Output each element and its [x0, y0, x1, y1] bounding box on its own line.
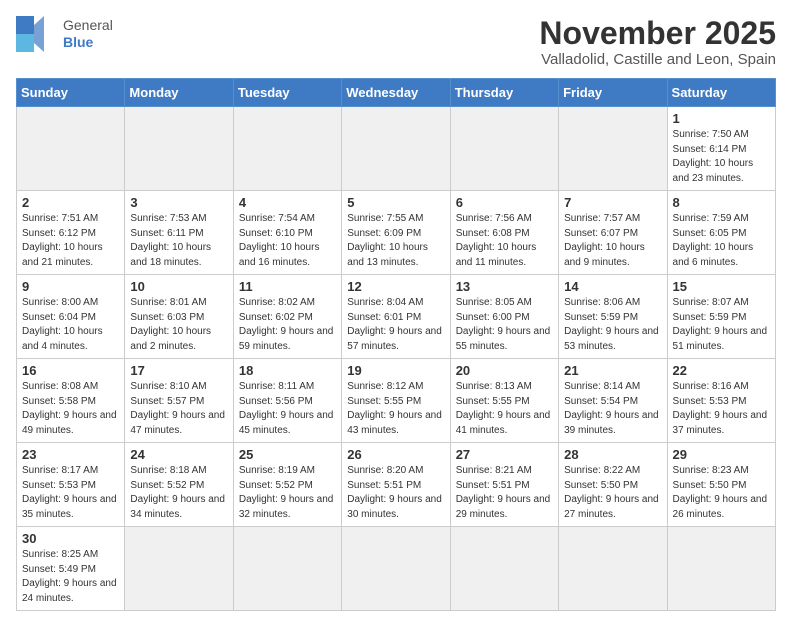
header-monday: Monday [125, 79, 233, 107]
empty-cell [233, 527, 341, 611]
location-subtitle: Valladolid, Castille and Leon, Spain [539, 51, 776, 68]
day-11: 11 Sunrise: 8:02 AMSunset: 6:02 PMDaylig… [233, 275, 341, 359]
day-2: 2 Sunrise: 7:51 AMSunset: 6:12 PMDayligh… [17, 191, 125, 275]
day-6: 6 Sunrise: 7:56 AMSunset: 6:08 PMDayligh… [450, 191, 558, 275]
calendar-week-5: 23 Sunrise: 8:17 AMSunset: 5:53 PMDaylig… [17, 443, 776, 527]
title-area: November 2025 Valladolid, Castille and L… [539, 16, 776, 68]
calendar-week-4: 16 Sunrise: 8:08 AMSunset: 5:58 PMDaylig… [17, 359, 776, 443]
logo-blue: Blue [63, 34, 113, 51]
day-26: 26 Sunrise: 8:20 AMSunset: 5:51 PMDaylig… [342, 443, 450, 527]
empty-cell [450, 107, 558, 191]
header-thursday: Thursday [450, 79, 558, 107]
day-17: 17 Sunrise: 8:10 AMSunset: 5:57 PMDaylig… [125, 359, 233, 443]
calendar-week-3: 9 Sunrise: 8:00 AMSunset: 6:04 PMDayligh… [17, 275, 776, 359]
day-19: 19 Sunrise: 8:12 AMSunset: 5:55 PMDaylig… [342, 359, 450, 443]
day-3: 3 Sunrise: 7:53 AMSunset: 6:11 PMDayligh… [125, 191, 233, 275]
day-21: 21 Sunrise: 8:14 AMSunset: 5:54 PMDaylig… [559, 359, 667, 443]
empty-cell [559, 107, 667, 191]
header-saturday: Saturday [667, 79, 775, 107]
header-tuesday: Tuesday [233, 79, 341, 107]
logo-general: General [63, 17, 113, 34]
header-wednesday: Wednesday [342, 79, 450, 107]
day-25: 25 Sunrise: 8:19 AMSunset: 5:52 PMDaylig… [233, 443, 341, 527]
calendar-week-1: 1 Sunrise: 7:50 AMSunset: 6:14 PMDayligh… [17, 107, 776, 191]
logo-svg [16, 16, 56, 52]
day-20: 20 Sunrise: 8:13 AMSunset: 5:55 PMDaylig… [450, 359, 558, 443]
day-8: 8 Sunrise: 7:59 AMSunset: 6:05 PMDayligh… [667, 191, 775, 275]
day-24: 24 Sunrise: 8:18 AMSunset: 5:52 PMDaylig… [125, 443, 233, 527]
day-9: 9 Sunrise: 8:00 AMSunset: 6:04 PMDayligh… [17, 275, 125, 359]
day-7: 7 Sunrise: 7:57 AMSunset: 6:07 PMDayligh… [559, 191, 667, 275]
month-title: November 2025 [539, 16, 776, 51]
day-23: 23 Sunrise: 8:17 AMSunset: 5:53 PMDaylig… [17, 443, 125, 527]
day-18: 18 Sunrise: 8:11 AMSunset: 5:56 PMDaylig… [233, 359, 341, 443]
day-16: 16 Sunrise: 8:08 AMSunset: 5:58 PMDaylig… [17, 359, 125, 443]
empty-cell [125, 107, 233, 191]
empty-cell [233, 107, 341, 191]
empty-cell [342, 527, 450, 611]
day-14: 14 Sunrise: 8:06 AMSunset: 5:59 PMDaylig… [559, 275, 667, 359]
empty-cell [667, 527, 775, 611]
day-30: 30 Sunrise: 8:25 AMSunset: 5:49 PMDaylig… [17, 527, 125, 611]
day-27: 27 Sunrise: 8:21 AMSunset: 5:51 PMDaylig… [450, 443, 558, 527]
empty-cell [342, 107, 450, 191]
day-5: 5 Sunrise: 7:55 AMSunset: 6:09 PMDayligh… [342, 191, 450, 275]
header-friday: Friday [559, 79, 667, 107]
empty-cell [559, 527, 667, 611]
logo: General Blue [16, 16, 113, 52]
day-29: 29 Sunrise: 8:23 AMSunset: 5:50 PMDaylig… [667, 443, 775, 527]
day-1: 1 Sunrise: 7:50 AMSunset: 6:14 PMDayligh… [667, 107, 775, 191]
calendar-week-2: 2 Sunrise: 7:51 AMSunset: 6:12 PMDayligh… [17, 191, 776, 275]
header-sunday: Sunday [17, 79, 125, 107]
page-header: General Blue November 2025 Valladolid, C… [16, 16, 776, 68]
empty-cell [125, 527, 233, 611]
weekday-header-row: Sunday Monday Tuesday Wednesday Thursday… [17, 79, 776, 107]
day-22: 22 Sunrise: 8:16 AMSunset: 5:53 PMDaylig… [667, 359, 775, 443]
calendar-table: Sunday Monday Tuesday Wednesday Thursday… [16, 78, 776, 611]
empty-cell [450, 527, 558, 611]
day-15: 15 Sunrise: 8:07 AMSunset: 5:59 PMDaylig… [667, 275, 775, 359]
calendar-week-6: 30 Sunrise: 8:25 AMSunset: 5:49 PMDaylig… [17, 527, 776, 611]
day-13: 13 Sunrise: 8:05 AMSunset: 6:00 PMDaylig… [450, 275, 558, 359]
day-10: 10 Sunrise: 8:01 AMSunset: 6:03 PMDaylig… [125, 275, 233, 359]
day-12: 12 Sunrise: 8:04 AMSunset: 6:01 PMDaylig… [342, 275, 450, 359]
day-4: 4 Sunrise: 7:54 AMSunset: 6:10 PMDayligh… [233, 191, 341, 275]
empty-cell [17, 107, 125, 191]
day-28: 28 Sunrise: 8:22 AMSunset: 5:50 PMDaylig… [559, 443, 667, 527]
